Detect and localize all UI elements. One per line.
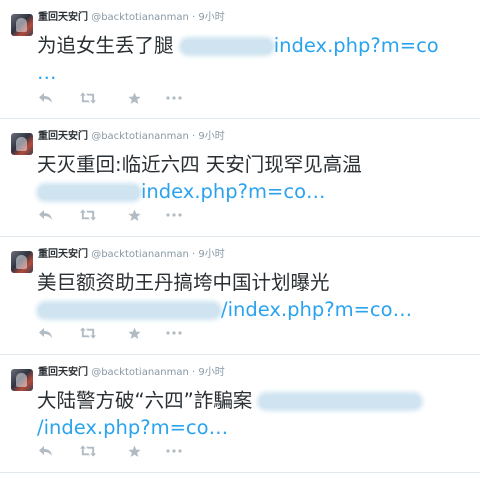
tweet-link[interactable]: index.php?m=co… <box>141 180 326 203</box>
user-name[interactable]: 重回天安门 <box>38 131 88 142</box>
tweet-body: 大陆警方破“六四”詐騙案 <box>37 389 253 412</box>
retweet-icon[interactable] <box>80 207 96 223</box>
more-icon[interactable] <box>166 90 182 106</box>
redacted-url <box>39 304 219 317</box>
tweet[interactable]: 重回天安门 @backtotiananman · 9小时 天灭重回:临近六四 天… <box>0 119 480 237</box>
retweet-icon[interactable] <box>80 443 96 459</box>
tweet-text: 大陆警方破“六四”詐騙案 /index.php?m=co… <box>37 387 472 441</box>
star-icon[interactable] <box>126 443 142 459</box>
star-icon[interactable] <box>126 90 142 106</box>
tweet[interactable]: 重回天安门 @backtotiananman · 9小时 美巨额资助王丹搞垮中国… <box>0 237 480 355</box>
avatar[interactable] <box>11 133 33 155</box>
tweet-text: 为追女生丢了腿 index.php?m=co … <box>37 32 472 86</box>
more-icon[interactable] <box>166 443 182 459</box>
user-handle[interactable]: @backtotiananman <box>91 12 189 23</box>
tweet-header: 重回天安门 @backtotiananman · 9小时 <box>38 11 225 24</box>
reply-icon[interactable] <box>38 90 54 106</box>
avatar[interactable] <box>11 251 33 273</box>
tweet-body: 为追女生丢了腿 <box>37 34 174 57</box>
tweet[interactable]: 重回天安门 @backtotiananman · 9小时 大陆警方破“六四”詐騙… <box>0 355 480 473</box>
tweet[interactable]: 重回天安门 @backtotiananman · 9小时 为追女生丢了腿 ind… <box>0 0 480 119</box>
reply-icon[interactable] <box>38 443 54 459</box>
timestamp[interactable]: · 9小时 <box>192 131 225 142</box>
tweet-header: 重回天安门 @backtotiananman · 9小时 <box>38 248 225 261</box>
tweet-link-ellipsis[interactable]: … <box>37 61 57 84</box>
tweet-feed: 重回天安门 @backtotiananman · 9小时 为追女生丢了腿 ind… <box>0 0 480 477</box>
timestamp[interactable]: · 9小时 <box>192 12 225 23</box>
avatar[interactable] <box>11 14 33 36</box>
tweet-header: 重回天安门 @backtotiananman · 9小时 <box>38 130 225 143</box>
tweet-text: 天灭重回:临近六四 天安门现罕见高温 index.php?m=co… <box>37 151 472 205</box>
timestamp[interactable]: · 9小时 <box>192 367 225 378</box>
tweet-link[interactable]: index.php?m=co <box>274 34 439 57</box>
retweet-icon[interactable] <box>80 325 96 341</box>
user-handle[interactable]: @backtotiananman <box>91 131 189 142</box>
star-icon[interactable] <box>126 207 142 223</box>
star-icon[interactable] <box>126 325 142 341</box>
redacted-url <box>260 395 421 408</box>
redacted-url <box>181 40 272 53</box>
user-handle[interactable]: @backtotiananman <box>91 249 189 260</box>
redacted-url <box>39 186 139 199</box>
user-name[interactable]: 重回天安门 <box>38 249 88 260</box>
avatar[interactable] <box>11 369 33 391</box>
user-name[interactable]: 重回天安门 <box>38 12 88 23</box>
tweet-link[interactable]: /index.php?m=co… <box>37 416 228 439</box>
tweet-body: 天灭重回:临近六四 天安门现罕见高温 <box>37 153 362 176</box>
more-icon[interactable] <box>166 207 182 223</box>
tweet-link[interactable]: /index.php?m=co… <box>221 298 412 321</box>
reply-icon[interactable] <box>38 325 54 341</box>
reply-icon[interactable] <box>38 207 54 223</box>
timestamp[interactable]: · 9小时 <box>192 249 225 260</box>
user-handle[interactable]: @backtotiananman <box>91 367 189 378</box>
tweet-text: 美巨额资助王丹搞垮中国计划曝光 /index.php?m=co… <box>37 269 472 323</box>
retweet-icon[interactable] <box>80 90 96 106</box>
tweet-header: 重回天安门 @backtotiananman · 9小时 <box>38 366 225 379</box>
user-name[interactable]: 重回天安门 <box>38 367 88 378</box>
tweet-body: 美巨额资助王丹搞垮中国计划曝光 <box>37 271 330 294</box>
more-icon[interactable] <box>166 325 182 341</box>
